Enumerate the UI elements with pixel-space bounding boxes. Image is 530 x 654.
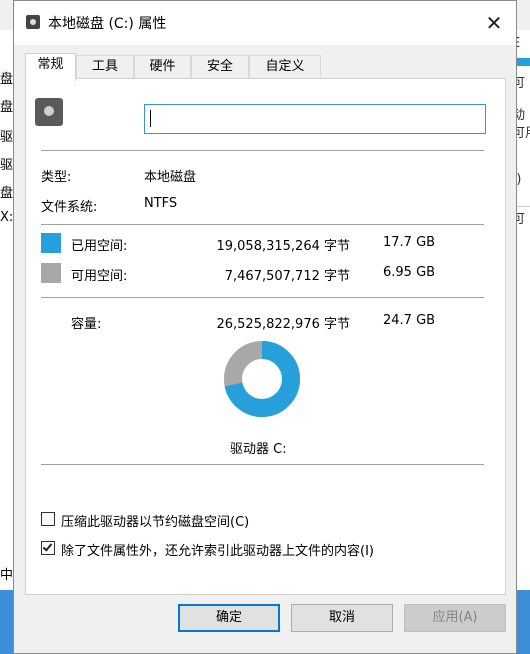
separator — [41, 224, 484, 225]
free-space-bytes: 7,467,507,712 字节 — [224, 269, 350, 284]
capacity-bytes: 26,525,822,976 字节 — [216, 317, 350, 332]
tab-customize[interactable]: 自定义 — [249, 55, 321, 79]
drive-icon — [26, 15, 40, 29]
bg-left-text: 中 — [0, 568, 14, 583]
compress-checkbox[interactable] — [41, 512, 55, 526]
drive-label: 驱动器 C: — [230, 442, 287, 457]
used-space-swatch — [41, 233, 61, 253]
free-space-size: 6.95 GB — [383, 265, 436, 280]
close-button[interactable]: ✕ — [476, 5, 512, 41]
separator — [41, 297, 484, 298]
index-checkbox[interactable] — [41, 541, 55, 555]
bg-left-text: X: — [0, 210, 14, 225]
type-label: 类型: — [41, 170, 72, 185]
checkmark-icon — [42, 541, 53, 552]
tab-security[interactable]: 安全 — [191, 55, 249, 79]
dialog-title: 本地磁盘 (C:) 属性 — [48, 16, 167, 32]
used-space-label: 已用空间: — [71, 239, 128, 254]
file-system-value: NTFS — [144, 196, 178, 211]
tab-tools[interactable]: 工具 — [76, 55, 134, 79]
tab-general[interactable]: 常规 — [25, 53, 76, 81]
bg-left-text: 盘 — [0, 72, 14, 87]
drive-name-input[interactable] — [144, 104, 486, 134]
compress-label: 压缩此驱动器以节约磁盘空间(C) — [61, 515, 250, 530]
separator — [41, 150, 484, 151]
background-left-strip: 盘 盘 驱动 驱动 盘 X: 中 — [0, 30, 26, 590]
file-system-label: 文件系统: — [41, 200, 98, 215]
capacity-label: 容量: — [71, 317, 102, 332]
separator — [41, 464, 484, 465]
index-label: 除了文件属性外，还允许索引此驱动器上文件的内容(I) — [61, 544, 374, 559]
usage-donut-chart — [224, 341, 300, 417]
text-caret — [150, 110, 151, 127]
free-space-label: 可用空间: — [71, 269, 128, 284]
bg-left-text: 盘 — [0, 186, 14, 201]
tab-hardware[interactable]: 硬件 — [134, 55, 191, 79]
free-space-swatch — [41, 263, 61, 283]
drive-icon — [35, 98, 63, 126]
cancel-button[interactable]: 取消 — [291, 604, 393, 632]
capacity-size: 24.7 GB — [383, 313, 436, 328]
apply-button[interactable]: 应用(A) — [404, 604, 506, 632]
ok-button[interactable]: 确定 — [178, 604, 280, 632]
bg-left-text: 盘 — [0, 100, 14, 115]
title-bar[interactable]: 本地磁盘 (C:) 属性 ✕ — [14, 1, 516, 45]
used-space-size: 17.7 GB — [383, 235, 436, 250]
used-space-bytes: 19,058,315,264 字节 — [216, 239, 350, 254]
type-value: 本地磁盘 — [144, 170, 197, 185]
